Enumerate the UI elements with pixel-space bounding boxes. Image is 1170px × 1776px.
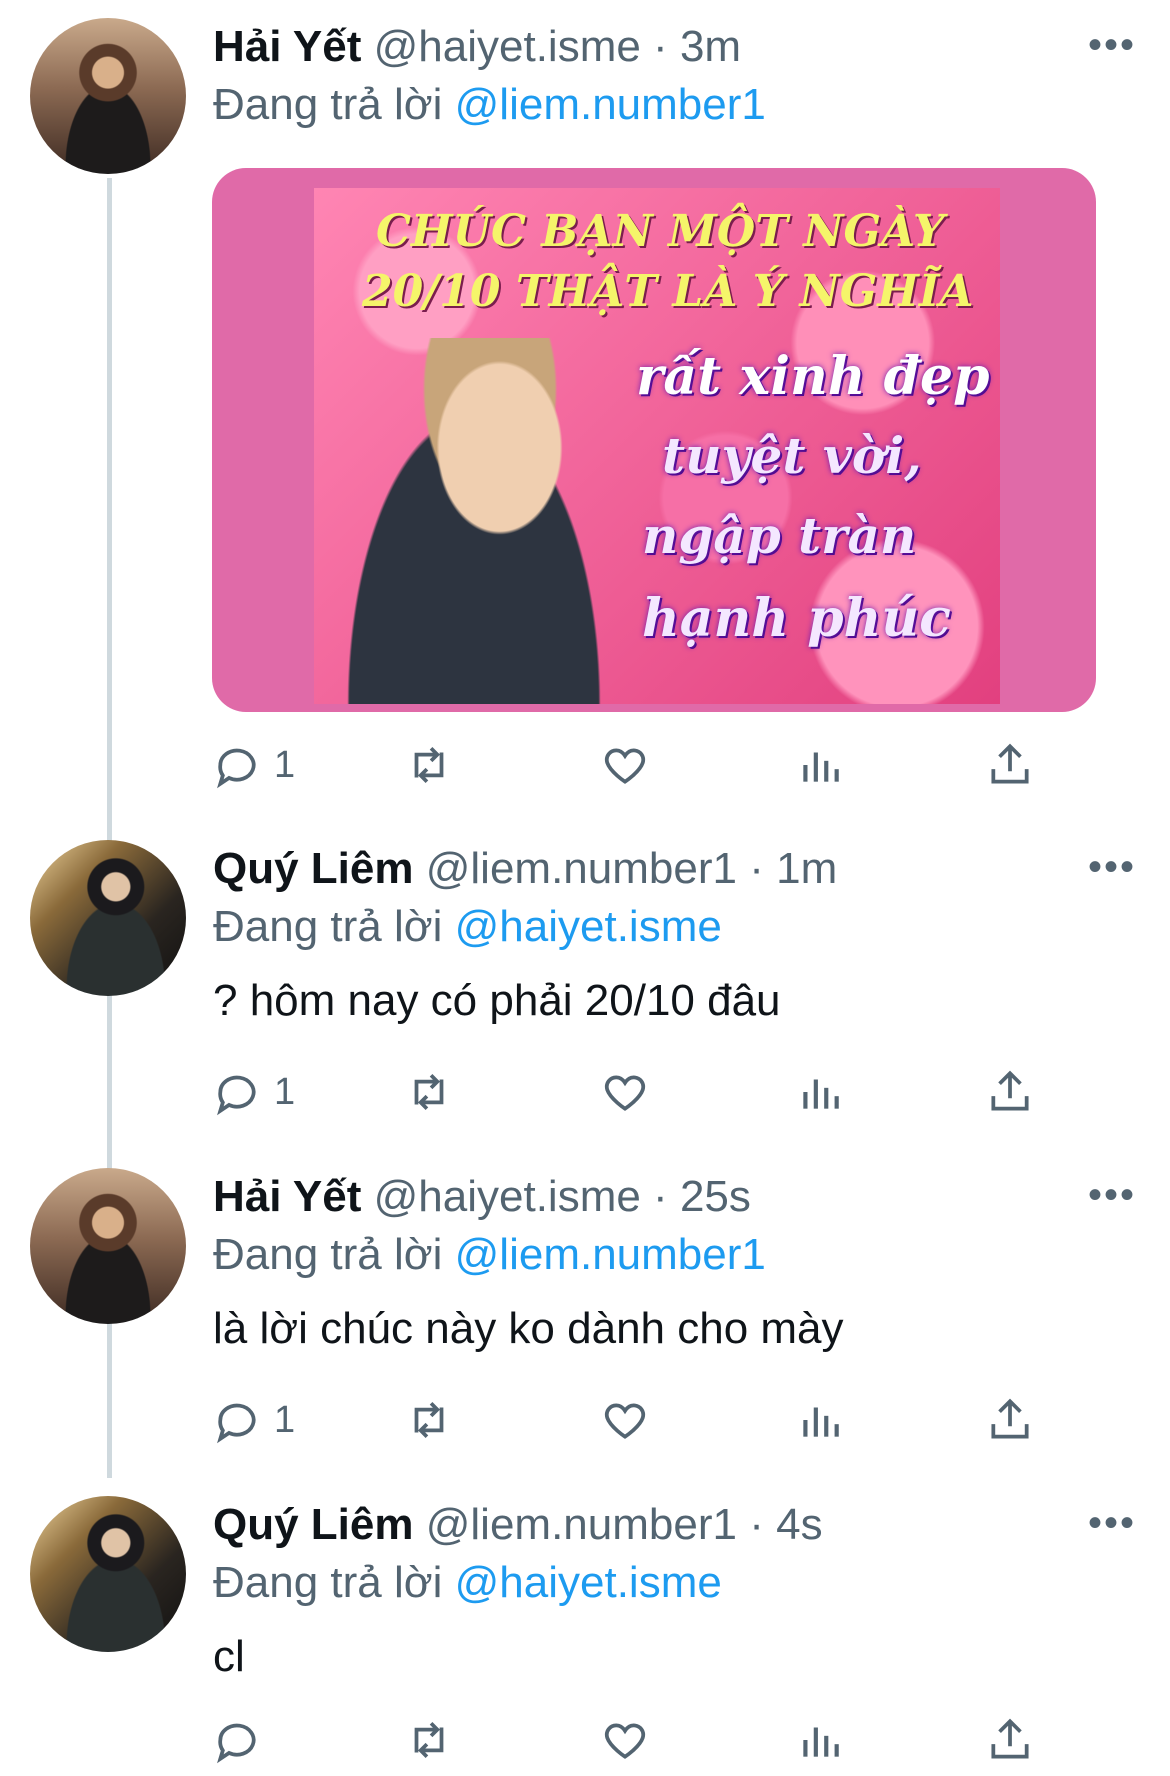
avatar[interactable] <box>30 18 186 174</box>
retweet-icon <box>414 1722 444 1758</box>
handle[interactable]: @liem.number1 <box>426 844 737 893</box>
like-icon <box>604 748 646 784</box>
separator-dot: · <box>749 844 764 893</box>
views-icon <box>803 752 839 782</box>
replying-to-label: Đang trả lời <box>213 1230 443 1279</box>
timestamp[interactable]: 25s <box>680 1172 751 1221</box>
separator-dot: · <box>653 1172 668 1221</box>
timestamp[interactable]: 4s <box>776 1500 822 1549</box>
share-icon <box>991 1070 1029 1111</box>
tweet-text: là lời chúc này ko dành cho mày <box>213 1304 844 1353</box>
separator-dot: · <box>749 1500 764 1549</box>
more-options-icon[interactable]: ••• <box>1088 1175 1136 1215</box>
reply-count: 1 <box>274 743 296 786</box>
share-button[interactable] <box>985 1390 1035 1450</box>
views-button[interactable] <box>795 735 845 795</box>
retweet-button[interactable] <box>404 1062 454 1122</box>
reply-icon <box>217 1075 256 1116</box>
reply-icon <box>217 1723 256 1764</box>
tweet-header: Hải Yết @haiyet.isme · 25s <box>213 1168 751 1226</box>
views-icon <box>803 1079 839 1109</box>
display-name[interactable]: Quý Liêm <box>213 1500 414 1549</box>
retweet-button[interactable] <box>404 1710 454 1770</box>
avatar[interactable] <box>30 1168 186 1324</box>
mention-link[interactable]: @liem.number1 <box>455 1230 766 1279</box>
separator-dot: · <box>653 22 668 71</box>
reply-count: 1 <box>274 1070 296 1113</box>
reply-icon <box>217 1403 256 1444</box>
image-text-line: hạnh phúc <box>642 588 951 649</box>
replying-to-label: Đang trả lời <box>213 902 443 951</box>
display-name[interactable]: Hải Yết <box>213 1172 361 1221</box>
share-icon <box>991 1718 1029 1759</box>
action-bar: 1 <box>0 1062 1170 1122</box>
replying-to: Đang trả lời @liem.number1 <box>213 1226 766 1284</box>
like-button[interactable] <box>600 1390 650 1450</box>
reply-button[interactable]: 1 <box>212 1390 295 1450</box>
share-icon <box>991 743 1029 784</box>
retweet-button[interactable] <box>404 735 454 795</box>
image-text-line: rất xinh đẹp <box>636 346 990 407</box>
image-text-line: tuyệt vời, <box>662 426 922 485</box>
handle[interactable]: @liem.number1 <box>426 1500 737 1549</box>
person-photo <box>314 338 634 704</box>
reply-icon <box>217 748 256 789</box>
image-content: CHÚC BẠN MỘT NGÀY 20/10 THẬT LÀ Ý NGHĨA … <box>314 188 1000 704</box>
tweet-header: Hải Yết @haiyet.isme · 3m <box>213 18 741 76</box>
action-bar <box>0 1710 1170 1770</box>
more-options-icon[interactable]: ••• <box>1088 1503 1136 1543</box>
image-text-line: CHÚC BẠN MỘT NGÀY <box>376 206 945 257</box>
image-text-line: 20/10 THẬT LÀ Ý NGHĨA <box>362 266 974 317</box>
reply-button[interactable]: 1 <box>212 735 295 795</box>
reply-button[interactable] <box>212 1710 274 1770</box>
replying-to: Đang trả lời @haiyet.isme <box>213 1554 722 1612</box>
tweet-text: cl <box>213 1632 245 1681</box>
display-name[interactable]: Quý Liêm <box>213 844 414 893</box>
action-bar: 1 <box>0 1390 1170 1450</box>
reply-button[interactable]: 1 <box>212 1062 295 1122</box>
timestamp[interactable]: 1m <box>776 844 837 893</box>
views-button[interactable] <box>795 1390 845 1450</box>
mention-link[interactable]: @haiyet.isme <box>455 902 722 951</box>
tweet-image[interactable]: CHÚC BẠN MỘT NGÀY 20/10 THẬT LÀ Ý NGHĨA … <box>212 168 1096 712</box>
like-icon <box>604 1403 646 1439</box>
replying-to: Đang trả lời @liem.number1 <box>213 76 766 134</box>
image-text-line: ngập tràn <box>642 506 917 565</box>
like-icon <box>604 1723 646 1759</box>
tweet-header: Quý Liêm @liem.number1 · 1m <box>213 840 837 898</box>
more-options-icon[interactable]: ••• <box>1088 25 1136 65</box>
views-icon <box>803 1727 839 1757</box>
action-bar: 1 <box>0 735 1170 795</box>
replying-to-label: Đang trả lời <box>213 80 443 129</box>
views-button[interactable] <box>795 1710 845 1770</box>
retweet-button[interactable] <box>404 1390 454 1450</box>
like-button[interactable] <box>600 735 650 795</box>
display-name[interactable]: Hải Yết <box>213 22 361 71</box>
share-button[interactable] <box>985 1062 1035 1122</box>
mention-link[interactable]: @liem.number1 <box>455 80 766 129</box>
replying-to: Đang trả lời @haiyet.isme <box>213 898 722 956</box>
tweet-header: Quý Liêm @liem.number1 · 4s <box>213 1496 823 1554</box>
share-icon <box>991 1398 1029 1439</box>
retweet-icon <box>414 1402 444 1438</box>
like-button[interactable] <box>600 1710 650 1770</box>
handle[interactable]: @haiyet.isme <box>374 22 641 71</box>
timestamp[interactable]: 3m <box>680 22 741 71</box>
share-button[interactable] <box>985 1710 1035 1770</box>
like-icon <box>604 1075 646 1111</box>
replying-to-label: Đang trả lời <box>213 1558 443 1607</box>
views-button[interactable] <box>795 1062 845 1122</box>
more-options-icon[interactable]: ••• <box>1088 847 1136 887</box>
avatar[interactable] <box>30 840 186 996</box>
reply-count: 1 <box>274 1398 296 1441</box>
views-icon <box>803 1407 839 1437</box>
like-button[interactable] <box>600 1062 650 1122</box>
share-button[interactable] <box>985 735 1035 795</box>
retweet-icon <box>414 1074 444 1110</box>
handle[interactable]: @haiyet.isme <box>374 1172 641 1221</box>
mention-link[interactable]: @haiyet.isme <box>455 1558 722 1607</box>
avatar[interactable] <box>30 1496 186 1652</box>
retweet-icon <box>414 747 444 783</box>
tweet-text: ? hôm nay có phải 20/10 đâu <box>213 976 781 1025</box>
